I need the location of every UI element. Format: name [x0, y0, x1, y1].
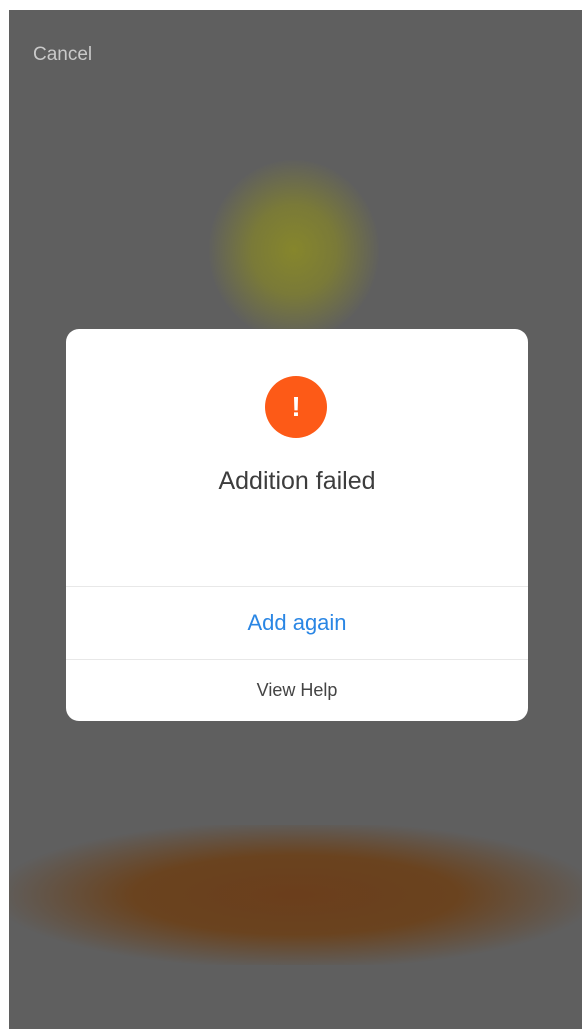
dialog-title: Addition failed [218, 467, 376, 495]
error-dialog: ! Addition failed Add again View Help [66, 329, 528, 721]
view-help-button[interactable]: View Help [66, 660, 528, 721]
cancel-button[interactable]: Cancel [33, 44, 92, 66]
blurred-device-image [209, 160, 379, 340]
blurred-action-button [9, 825, 582, 965]
add-again-button[interactable]: Add again [66, 587, 528, 659]
exclamation-icon: ! [265, 376, 327, 438]
